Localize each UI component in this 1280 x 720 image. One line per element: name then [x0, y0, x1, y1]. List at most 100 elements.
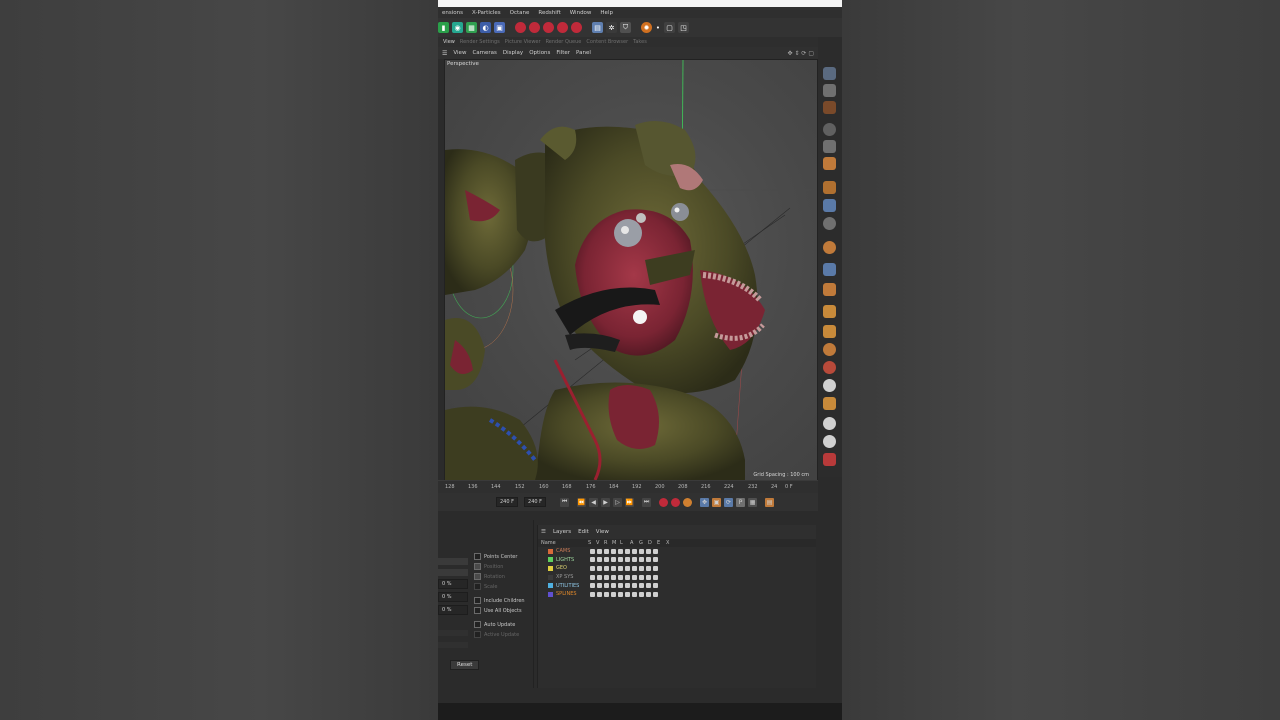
viewport-menu-panel[interactable]: Panel — [576, 50, 591, 56]
layer-row-cams[interactable]: CAMS — [538, 547, 816, 556]
go-to-end-icon[interactable]: ⏭ — [642, 497, 652, 507]
checkbox-icon[interactable] — [474, 583, 481, 590]
sphere-icon[interactable] — [823, 123, 836, 136]
play-icon[interactable]: ▶ — [601, 497, 611, 507]
axis-icon[interactable] — [823, 181, 836, 194]
generator-icon[interactable]: ◉ — [452, 22, 463, 33]
dropdown-1[interactable] — [438, 558, 468, 565]
checkbox-icon[interactable] — [474, 621, 481, 628]
checkbox-icon[interactable] — [474, 607, 481, 614]
scene-icon[interactable]: ▣ — [494, 22, 505, 33]
octane-camera-icon[interactable] — [543, 22, 554, 33]
menu-help[interactable]: Help — [600, 10, 613, 16]
box-icon[interactable] — [823, 140, 836, 153]
tag-icon[interactable] — [823, 397, 836, 410]
layer-row-geo[interactable]: GEO — [538, 564, 816, 573]
reset-button[interactable]: Reset — [450, 660, 480, 670]
picture-viewer-icon[interactable]: ▢ — [664, 22, 675, 33]
layer-toggles[interactable] — [590, 574, 658, 580]
timeline-ruler[interactable]: 128 136 144 152 160 168 176 184 192 200 … — [438, 480, 818, 493]
menu-redshift[interactable]: Redshift — [538, 10, 560, 16]
spline-tool-icon[interactable]: ▮ — [438, 22, 449, 33]
viewport-menu-view[interactable]: View — [453, 50, 466, 56]
layer-row-xp-sys[interactable]: XP SYS — [538, 573, 816, 582]
menu-x-particles[interactable]: X-Particles — [472, 10, 501, 16]
checkbox-use-all-objects[interactable]: Use All Objects — [474, 607, 536, 614]
param-key-icon[interactable]: P — [736, 497, 746, 507]
step-back-icon[interactable]: ◀ — [589, 497, 599, 507]
next-key-icon[interactable]: ⏩ — [625, 497, 635, 507]
checkbox-position[interactable]: Position — [474, 563, 536, 570]
menu-extensions[interactable]: ensions — [442, 10, 463, 16]
deformer-icon[interactable]: ◐ — [480, 22, 491, 33]
menu-window[interactable]: Window — [570, 10, 592, 16]
scale-key-icon[interactable]: ▣ — [712, 497, 722, 507]
dropdown-2[interactable] — [438, 569, 468, 576]
octane-render-icon[interactable] — [515, 22, 526, 33]
close-icon[interactable] — [823, 453, 836, 466]
viewport-menu-options[interactable]: Options — [529, 50, 550, 56]
tab-picture-viewer[interactable]: Picture Viewer — [505, 39, 541, 45]
checkbox-rotation[interactable]: Rotation — [474, 573, 536, 580]
octane-settings-icon[interactable] — [571, 22, 582, 33]
array-icon[interactable]: ▦ — [466, 22, 477, 33]
position-key-icon[interactable]: ✥ — [700, 497, 710, 507]
autokey-icon[interactable] — [671, 497, 681, 507]
grid-view-icon[interactable]: ▤ — [592, 22, 603, 33]
gear-icon[interactable]: ✹ — [641, 22, 652, 33]
layer-row-utilities[interactable]: UTILITIES — [538, 581, 816, 590]
shield-icon[interactable]: ⛉ — [620, 22, 631, 33]
texture-icon[interactable] — [823, 101, 836, 114]
menu-octane[interactable]: Octane — [510, 10, 530, 16]
brush-icon[interactable] — [823, 325, 836, 338]
timeline-window-icon[interactable]: ▤ — [765, 497, 775, 507]
checkbox-auto-update[interactable]: Auto Update — [474, 621, 536, 628]
om-menu-view[interactable]: View — [596, 529, 609, 535]
percent-field-2[interactable]: 0 % — [438, 592, 468, 602]
layer-row-splines[interactable]: SPLINES — [538, 590, 816, 599]
checkbox-icon[interactable] — [474, 597, 481, 604]
checkbox-icon[interactable] — [474, 631, 481, 638]
fx-icon[interactable]: ✲ — [606, 22, 617, 33]
viewport-menu-filter[interactable]: Filter — [556, 50, 570, 56]
tab-content-browser[interactable]: Content Browser — [586, 39, 628, 45]
white-sphere-icon[interactable] — [823, 379, 836, 392]
percent-field-1[interactable]: 0 % — [438, 579, 468, 589]
om-menu-edit[interactable]: Edit — [578, 529, 589, 535]
checkbox-icon[interactable] — [474, 573, 481, 580]
checkbox-icon[interactable] — [474, 563, 481, 570]
perspective-viewport[interactable]: Perspective Grid Spacing: 100 cm — [444, 59, 818, 481]
octane-material-icon[interactable] — [557, 22, 568, 33]
checkbox-points-center[interactable]: Points Center — [474, 553, 536, 560]
viewport-menu-cameras[interactable]: Cameras — [472, 50, 496, 56]
prev-key-icon[interactable]: ⏪ — [577, 497, 587, 507]
dot-icon[interactable]: • — [655, 22, 661, 33]
checker-icon[interactable] — [823, 84, 836, 97]
viewport-menu-display[interactable]: Display — [503, 50, 523, 56]
render-region-icon[interactable]: ◳ — [678, 22, 689, 33]
polygon-icon[interactable] — [823, 157, 836, 170]
tab-render-settings[interactable]: Render Settings — [460, 39, 500, 45]
tab-takes[interactable]: Takes — [633, 39, 647, 45]
layer-toggles[interactable] — [590, 565, 658, 571]
go-to-start-icon[interactable]: ⏮ — [560, 497, 570, 507]
checkbox-icon[interactable] — [474, 553, 481, 560]
keyframe-selection-icon[interactable] — [683, 497, 693, 507]
null-icon[interactable] — [823, 417, 836, 430]
dot-sphere-icon[interactable] — [823, 435, 836, 448]
magnet-icon[interactable] — [823, 241, 836, 254]
layer-row-lights[interactable]: LIGHTS — [538, 556, 816, 565]
sculpt-icon[interactable] — [823, 283, 836, 296]
percent-field-3[interactable]: 0 % — [438, 605, 468, 615]
layer-toggles[interactable] — [590, 583, 658, 589]
tab-render-queue[interactable]: Render Queue — [546, 39, 582, 45]
checkbox-active-update[interactable]: Active Update — [474, 631, 536, 638]
layer-toggles[interactable] — [590, 557, 658, 563]
hamburger-icon[interactable]: ☰ — [541, 529, 546, 535]
checkbox-scale[interactable]: Scale — [474, 583, 536, 590]
checkbox-include-children[interactable]: Include Children — [474, 597, 536, 604]
viewport-navigation-icons[interactable]: ✥ ⇕ ⟳ ▢ — [788, 50, 814, 57]
hamburger-icon[interactable]: ☰ — [442, 50, 447, 57]
om-menu-layers[interactable]: Layers — [553, 529, 571, 535]
step-forward-icon[interactable]: ▷ — [613, 497, 623, 507]
